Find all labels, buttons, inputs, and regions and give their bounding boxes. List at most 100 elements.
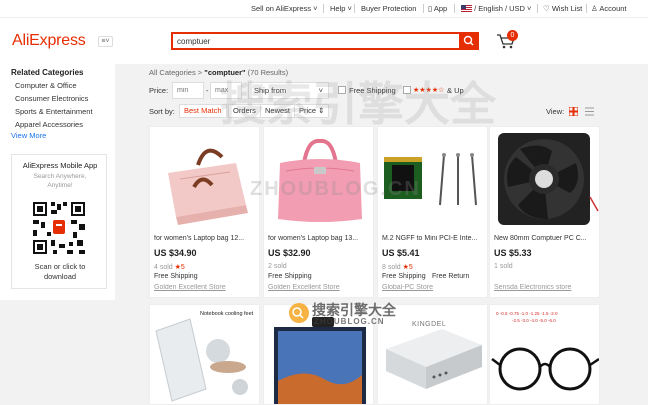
category-menu-button[interactable]: ≡˅ bbox=[98, 36, 113, 47]
product-store-link[interactable]: Golden Excellent Store bbox=[154, 284, 258, 291]
sort-by-label: Sort by: bbox=[149, 107, 175, 116]
sort-best-match-tab[interactable]: Best Match bbox=[179, 104, 227, 118]
product-card[interactable] bbox=[263, 304, 374, 405]
product-price: US $32.90 bbox=[268, 248, 311, 258]
view-label: View: bbox=[546, 107, 565, 116]
free-shipping-label: Free Shipping bbox=[349, 86, 396, 95]
wishlist-link[interactable]: ♡ Wish List bbox=[543, 4, 582, 13]
price-dash: - bbox=[206, 86, 209, 95]
product-card[interactable]: KINGDEL bbox=[377, 304, 488, 405]
product-price: US $5.33 bbox=[494, 248, 532, 258]
product-sold-count: 2 sold bbox=[268, 263, 287, 270]
help-link[interactable]: Help ˅ bbox=[330, 4, 352, 13]
sidebar-item-computer-office[interactable]: Computer & Office bbox=[15, 81, 77, 90]
product-card[interactable]: M.2 NGFF to Mini PCI-E Inte... US $5.41 … bbox=[377, 126, 488, 298]
product-card[interactable]: Notebook cooling feet bbox=[149, 304, 260, 405]
price-min-input[interactable] bbox=[172, 82, 204, 99]
product-card[interactable]: New 80mm Comptuer PC C... US $5.33 1 sol… bbox=[489, 126, 600, 298]
pink-laptop-bag-image bbox=[264, 127, 373, 231]
cooling-fan-image bbox=[490, 127, 599, 231]
search-bar bbox=[171, 32, 479, 50]
sidebar-item-consumer-electronics[interactable]: Consumer Electronics bbox=[15, 94, 88, 103]
breadcrumb-query: "comptuer" bbox=[204, 68, 246, 77]
brand-label: KINGDEL bbox=[412, 321, 447, 328]
search-button[interactable] bbox=[459, 32, 479, 50]
heart-icon: ♡ bbox=[543, 4, 550, 13]
related-categories-title: Related Categories bbox=[11, 68, 84, 77]
product-shipping: Free Shipping bbox=[268, 273, 312, 280]
account-link[interactable]: ♙ Account bbox=[591, 4, 627, 13]
pink-laptop-bag-image bbox=[150, 127, 259, 231]
app-download-text: download bbox=[43, 272, 77, 281]
product-title[interactable]: for women's Laptop bag 12... bbox=[154, 235, 258, 242]
sort-orders-tab[interactable]: Orders bbox=[228, 104, 261, 118]
monitor-webcam-image bbox=[264, 305, 373, 404]
divider bbox=[586, 4, 587, 13]
product-shipping: Free Shipping bbox=[382, 273, 426, 280]
result-count: (70 Results) bbox=[247, 68, 289, 77]
product-store-link[interactable]: Golden Excellent Store bbox=[268, 284, 372, 291]
product-shipping: Free Shipping bbox=[154, 273, 198, 280]
buyer-protection-link[interactable]: Buyer Protection bbox=[361, 4, 416, 13]
divider bbox=[354, 4, 355, 13]
lens-power-caption: 0 -0.5 -0.75 -1.0 -1.25 -1.5 -2.0 bbox=[496, 311, 558, 316]
product-store-link[interactable]: Global-PC Store bbox=[382, 284, 486, 291]
product-sold-count: 8 sold ★5 bbox=[382, 264, 413, 271]
product-price: US $34.90 bbox=[154, 248, 197, 258]
and-up-label: & Up bbox=[447, 86, 464, 95]
breadcrumb-separator: > bbox=[197, 68, 203, 77]
mobile-app-promo[interactable]: AliExpress Mobile App Search Anywhere, A… bbox=[11, 154, 107, 289]
app-link[interactable]: ▯ App bbox=[428, 4, 447, 13]
aliexpress-logo[interactable]: AliExpress bbox=[12, 32, 86, 50]
product-store-link[interactable]: Sensda Electronics store bbox=[494, 284, 598, 291]
top-bar: Sell on AliExpress ˅ Help ˅ Buyer Protec… bbox=[0, 0, 648, 18]
watermark-chinese: 搜索引擎大全 bbox=[220, 78, 496, 130]
app-scan-text: Scan or click to bbox=[34, 262, 86, 271]
product-card[interactable]: for women's Laptop bag 13... US $32.90 2… bbox=[263, 126, 374, 298]
sort-bar: Sort by: Best Match Orders Newest Price … bbox=[149, 104, 604, 118]
list-view-icon[interactable] bbox=[585, 107, 594, 116]
product-title[interactable]: M.2 NGFF to Mini PCI-E Inte... bbox=[382, 235, 486, 242]
chevron-down-icon: ˅ bbox=[318, 86, 323, 95]
divider bbox=[537, 4, 538, 13]
product-card[interactable]: 0 -0.5 -0.75 -1.0 -1.25 -1.5 -2.0 -2.5 -… bbox=[489, 304, 600, 405]
breadcrumb: All Categories > "comptuer" (70 Results) bbox=[149, 68, 288, 77]
search-input[interactable] bbox=[177, 35, 457, 48]
app-promo-subtitle: Search Anywhere, bbox=[33, 173, 87, 180]
product-title[interactable]: New 80mm Comptuer PC C... bbox=[494, 235, 598, 242]
rating-checkbox[interactable] bbox=[403, 86, 411, 94]
divider bbox=[323, 4, 324, 13]
product-title[interactable]: for women's Laptop bag 13... bbox=[268, 235, 372, 242]
cooling-feet-caption: Notebook cooling feet bbox=[200, 311, 254, 317]
ship-from-select[interactable]: Ship from ˅ bbox=[248, 82, 329, 99]
us-flag-icon bbox=[461, 5, 472, 12]
cart-count-badge: 0 bbox=[507, 30, 518, 41]
view-more-link[interactable]: View More bbox=[11, 131, 46, 140]
sort-price-tab[interactable]: Price ⇕ bbox=[294, 104, 330, 118]
grid-view-icon[interactable] bbox=[569, 107, 578, 116]
ngff-adapter-image bbox=[378, 127, 487, 231]
divider bbox=[454, 4, 455, 13]
product-price: US $5.41 bbox=[382, 248, 420, 258]
sidebar-item-apparel-accessories[interactable]: Apparel Accessories bbox=[15, 120, 83, 129]
qr-code-icon[interactable] bbox=[31, 200, 87, 256]
breadcrumb-all-categories[interactable]: All Categories bbox=[149, 68, 196, 77]
sell-link[interactable]: Sell on AliExpress ˅ bbox=[251, 4, 318, 13]
sidebar-item-sports-entertainment[interactable]: Sports & Entertainment bbox=[15, 107, 93, 116]
app-promo-title: AliExpress Mobile App bbox=[22, 161, 98, 170]
product-sold-count: 4 sold ★5 bbox=[154, 264, 185, 271]
language-selector[interactable]: / English / USD ˅ bbox=[461, 4, 531, 13]
header: AliExpress ≡˅ 0 bbox=[0, 18, 648, 64]
watermark-logo-icon bbox=[289, 303, 309, 323]
rating-stars-icon: ★★★★☆ bbox=[413, 87, 445, 94]
free-shipping-checkbox[interactable] bbox=[338, 86, 346, 94]
mini-pc-image bbox=[378, 305, 487, 404]
divider bbox=[423, 4, 424, 13]
price-max-input[interactable] bbox=[210, 82, 242, 99]
phone-icon: ▯ bbox=[428, 4, 433, 13]
sort-newest-tab[interactable]: Newest bbox=[260, 104, 296, 118]
product-card[interactable]: for women's Laptop bag 12... US $34.90 4… bbox=[149, 126, 260, 298]
product-sold-count: 1 sold bbox=[494, 263, 513, 270]
laptop-cooling-feet-image bbox=[150, 305, 259, 404]
lens-power-caption: -2.5 -3.0 -4.0 -5.0 -6.0 bbox=[512, 318, 556, 323]
